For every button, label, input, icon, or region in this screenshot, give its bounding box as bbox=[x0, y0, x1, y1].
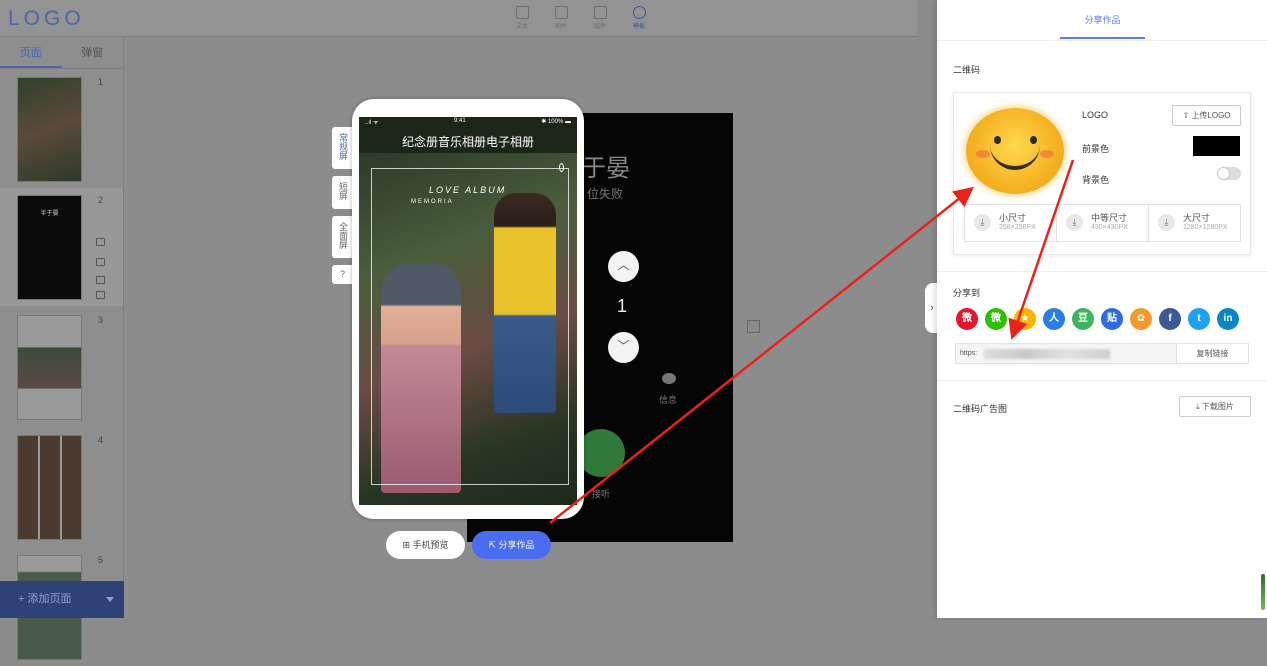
annotation-arrows bbox=[549, 159, 1075, 524]
annotation-arrow bbox=[549, 186, 974, 524]
annotation-arrow bbox=[1008, 159, 1075, 340]
